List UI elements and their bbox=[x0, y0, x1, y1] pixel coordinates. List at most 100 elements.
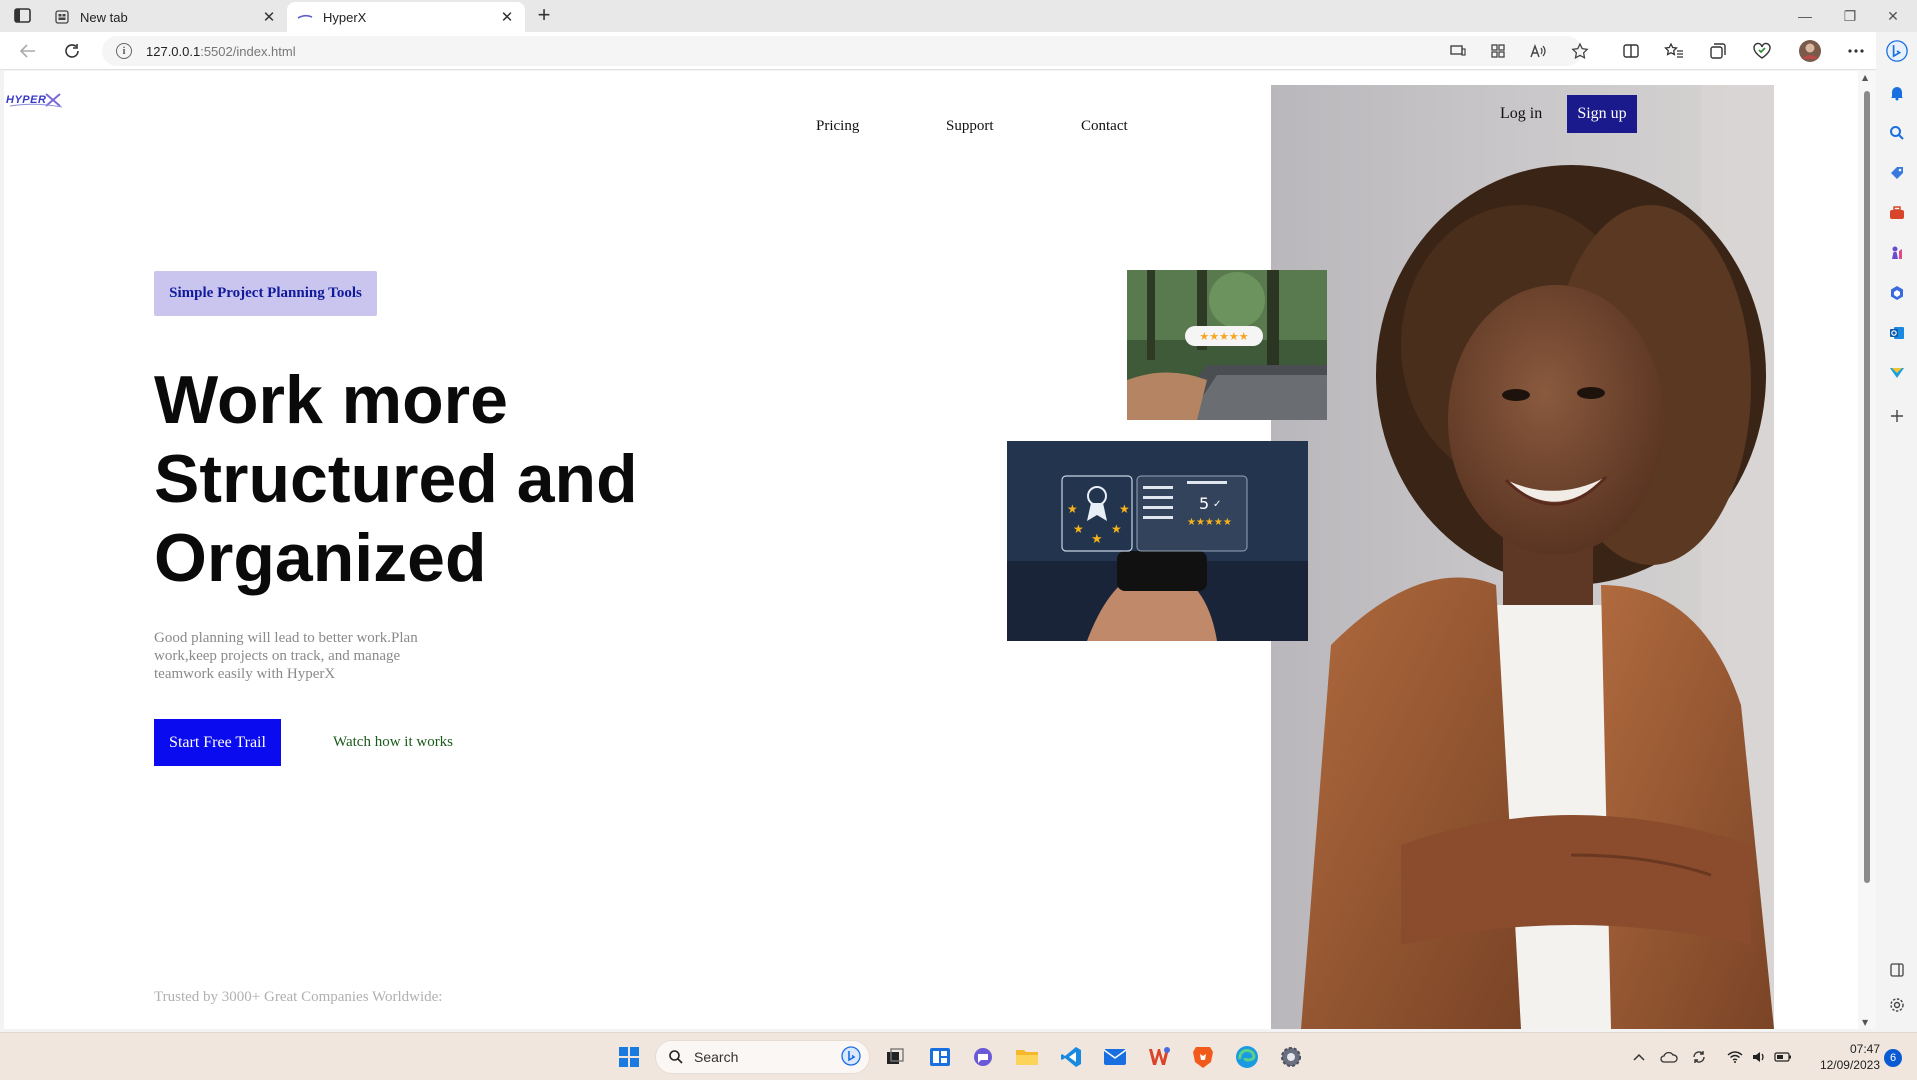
edge-browser-icon[interactable] bbox=[1232, 1042, 1262, 1072]
brave-browser-icon[interactable] bbox=[1188, 1042, 1218, 1072]
woman-portrait-image bbox=[1271, 85, 1774, 1029]
tab-close-icon[interactable]: ✕ bbox=[499, 8, 515, 26]
device-icon[interactable] bbox=[1444, 38, 1472, 64]
hero-headline: Work more Structured and Organized bbox=[154, 361, 714, 598]
search-icon[interactable] bbox=[1886, 122, 1908, 144]
trusted-by-text: Trusted by 3000+ Great Companies Worldwi… bbox=[154, 989, 443, 1005]
file-explorer-icon[interactable] bbox=[1012, 1042, 1042, 1072]
close-window-button[interactable]: ✕ bbox=[1873, 4, 1913, 28]
hyperx-logo[interactable]: HYPER bbox=[4, 90, 70, 110]
windows-start-icon[interactable] bbox=[614, 1042, 644, 1072]
hyperx-favicon bbox=[297, 9, 313, 25]
hero-description: Good planning will lead to better work.P… bbox=[154, 630, 418, 682]
edge-sidebar bbox=[1876, 32, 1917, 1029]
tab-hyperx[interactable]: HyperX ✕ bbox=[287, 2, 525, 32]
scroll-down-arrow-icon[interactable]: ▼ bbox=[1862, 1018, 1868, 1027]
tab-close-icon[interactable]: ✕ bbox=[261, 8, 277, 26]
nav-link-support[interactable]: Support bbox=[946, 118, 994, 135]
sidebar-settings-gear-icon[interactable] bbox=[1886, 994, 1908, 1016]
task-view-icon[interactable] bbox=[880, 1042, 910, 1072]
tab-new-tab[interactable]: New tab ✕ bbox=[44, 2, 287, 32]
wifi-icon[interactable] bbox=[1724, 1042, 1746, 1072]
vscode-icon[interactable] bbox=[1056, 1042, 1086, 1072]
more-options-icon[interactable] bbox=[1842, 38, 1870, 64]
svg-text:★★★★★: ★★★★★ bbox=[1187, 517, 1232, 528]
read-aloud-icon[interactable] bbox=[1524, 38, 1552, 64]
outlook-icon[interactable] bbox=[1886, 322, 1908, 344]
widgets-icon[interactable] bbox=[925, 1042, 955, 1072]
minimize-button[interactable]: — bbox=[1785, 4, 1825, 28]
battery-icon[interactable] bbox=[1772, 1042, 1794, 1072]
svg-text:5: 5 bbox=[1199, 494, 1209, 513]
system-clock[interactable]: 07:47 12/09/2023 bbox=[1800, 1041, 1880, 1073]
search-icon bbox=[669, 1050, 683, 1064]
customer-satisfaction-image: ★ ★ ★ ★ ★ 5 ✓ ★★★★★ bbox=[1007, 441, 1308, 641]
split-screen-icon[interactable] bbox=[1617, 38, 1645, 64]
tab-actions-icon[interactable] bbox=[12, 6, 34, 26]
start-free-trial-button[interactable]: Start Free Trail bbox=[154, 719, 281, 766]
volume-icon[interactable] bbox=[1748, 1042, 1770, 1072]
svg-text:✓: ✓ bbox=[1213, 499, 1221, 510]
svg-text:★: ★ bbox=[1119, 502, 1130, 516]
notification-count-badge[interactable]: 6 bbox=[1884, 1049, 1902, 1067]
browser-toolbar: i 127.0.0.1:5502/index.html bbox=[0, 32, 1917, 70]
add-sidebar-app-icon[interactable] bbox=[1886, 405, 1908, 427]
nav-link-contact[interactable]: Contact bbox=[1081, 118, 1128, 135]
teams-chat-icon[interactable] bbox=[968, 1042, 998, 1072]
onedrive-cloud-icon[interactable] bbox=[1658, 1042, 1680, 1072]
sidebar-layout-icon[interactable] bbox=[1886, 959, 1908, 981]
svg-text:★: ★ bbox=[1091, 532, 1103, 547]
headline-line: Organized bbox=[154, 520, 487, 596]
login-link[interactable]: Log in bbox=[1500, 105, 1542, 123]
sync-icon[interactable] bbox=[1688, 1042, 1710, 1072]
browser-tab-strip: New tab ✕ HyperX ✕ + — ❐ ✕ bbox=[0, 0, 1917, 32]
address-bar[interactable]: i 127.0.0.1:5502/index.html bbox=[102, 36, 1582, 66]
profile-avatar[interactable] bbox=[1796, 38, 1824, 64]
favorite-star-icon[interactable] bbox=[1566, 38, 1594, 64]
apps-grid-icon[interactable] bbox=[1484, 38, 1512, 64]
headline-line: Structured and bbox=[154, 441, 638, 517]
drop-send-icon[interactable] bbox=[1886, 362, 1908, 384]
url-host: 127.0.0.1 bbox=[146, 43, 201, 59]
back-button[interactable] bbox=[14, 38, 42, 64]
svg-text:★: ★ bbox=[1073, 522, 1084, 536]
tab-title: New tab bbox=[80, 9, 128, 25]
taskbar-search-box[interactable]: Search bbox=[655, 1040, 870, 1074]
shopping-tag-icon[interactable] bbox=[1886, 162, 1908, 184]
page-scrollbar[interactable]: ▲ ▼ bbox=[1858, 71, 1876, 1029]
microsoft-365-icon[interactable] bbox=[1886, 282, 1908, 304]
notifications-bell-icon[interactable] bbox=[1886, 82, 1908, 104]
page-viewport: HYPER Pricing Support Contact Log in Sig… bbox=[4, 71, 1858, 1029]
collections-icon[interactable] bbox=[1704, 38, 1732, 64]
restore-button[interactable]: ❐ bbox=[1830, 4, 1870, 28]
clock-date: 12/09/2023 bbox=[1819, 1058, 1880, 1072]
watch-how-it-works-link[interactable]: Watch how it works bbox=[333, 734, 453, 751]
laptop-review-image: ★★★★★ bbox=[1127, 270, 1327, 420]
bing-search-icon bbox=[841, 1045, 861, 1069]
office-app-icon[interactable] bbox=[1144, 1042, 1174, 1072]
settings-gear-icon[interactable] bbox=[1276, 1042, 1306, 1072]
bing-copilot-icon[interactable] bbox=[1886, 40, 1908, 62]
nav-link-pricing[interactable]: Pricing bbox=[816, 118, 859, 135]
search-placeholder: Search bbox=[694, 1049, 739, 1065]
favorites-icon[interactable] bbox=[1660, 38, 1688, 64]
headline-line: Work more bbox=[154, 362, 508, 438]
site-info-icon[interactable]: i bbox=[116, 43, 132, 59]
mail-icon[interactable] bbox=[1100, 1042, 1130, 1072]
tools-briefcase-icon[interactable] bbox=[1886, 202, 1908, 224]
show-hidden-icons-chevron-icon[interactable] bbox=[1628, 1042, 1650, 1072]
tab-title: HyperX bbox=[323, 9, 367, 25]
windows-taskbar: Search 07:47 12/09/2023 6 bbox=[0, 1032, 1917, 1080]
clock-time: 07:47 bbox=[1849, 1042, 1880, 1056]
browser-essentials-icon[interactable] bbox=[1748, 38, 1776, 64]
signup-button[interactable]: Sign up bbox=[1567, 95, 1637, 133]
tagline-badge: Simple Project Planning Tools bbox=[154, 271, 377, 316]
scrollbar-thumb[interactable] bbox=[1864, 91, 1870, 883]
url-path: :5502/index.html bbox=[200, 43, 296, 59]
new-tab-button[interactable]: + bbox=[532, 4, 556, 28]
scroll-up-arrow-icon[interactable]: ▲ bbox=[1862, 73, 1868, 82]
svg-text:★★★★★: ★★★★★ bbox=[1199, 330, 1248, 343]
refresh-button[interactable] bbox=[58, 38, 86, 64]
games-chess-icon[interactable] bbox=[1886, 242, 1908, 264]
new-tab-page-icon bbox=[54, 9, 70, 25]
